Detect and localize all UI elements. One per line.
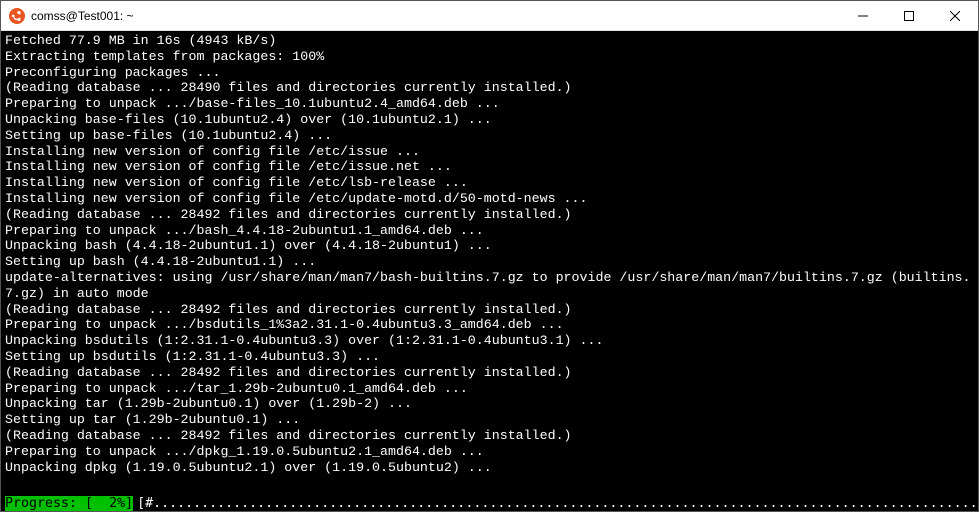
terminal-line: Preparing to unpack .../bash_4.4.18-2ubu… (5, 223, 974, 239)
close-button[interactable] (932, 1, 978, 30)
window-title: comss@Test001: ~ (31, 9, 840, 23)
terminal-line: (Reading database ... 28492 files and di… (5, 428, 974, 444)
terminal-line: update-alternatives: using /usr/share/ma… (5, 270, 974, 302)
terminal-line: Setting up base-files (10.1ubuntu2.4) ..… (5, 128, 974, 144)
terminal-line: Setting up bash (4.4.18-2ubuntu1.1) ... (5, 254, 974, 270)
terminal-line: Preparing to unpack .../bsdutils_1%3a2.3… (5, 317, 974, 333)
terminal-line: (Reading database ... 28492 files and di… (5, 207, 974, 223)
terminal-line: Preparing to unpack .../tar_1.29b-2ubunt… (5, 381, 974, 397)
window-controls (840, 1, 978, 30)
progress-bar: [#......................................… (137, 496, 978, 512)
terminal-line: Unpacking bash (4.4.18-2ubuntu1.1) over … (5, 238, 974, 254)
terminal-line: (Reading database ... 28492 files and di… (5, 302, 974, 318)
terminal-line: Unpacking bsdutils (1:2.31.1-0.4ubuntu3.… (5, 333, 974, 349)
terminal-line: Installing new version of config file /e… (5, 191, 974, 207)
terminal-line: Preparing to unpack .../dpkg_1.19.0.5ubu… (5, 444, 974, 460)
terminal-line: Unpacking dpkg (1.19.0.5ubuntu2.1) over … (5, 460, 974, 476)
maximize-button[interactable] (886, 1, 932, 30)
terminal-pane[interactable]: Fetched 77.9 MB in 16s (4943 kB/s)Extrac… (1, 31, 978, 511)
terminal-line: Installing new version of config file /e… (5, 159, 974, 175)
terminal-line: Setting up bsdutils (1:2.31.1-0.4ubuntu3… (5, 349, 974, 365)
terminal-line: Installing new version of config file /e… (5, 144, 974, 160)
terminal-output: Fetched 77.9 MB in 16s (4943 kB/s)Extrac… (5, 33, 974, 495)
terminal-line: Setting up tar (1.29b-2ubuntu0.1) ... (5, 412, 974, 428)
terminal-line: (Reading database ... 28492 files and di… (5, 365, 974, 381)
terminal-line: Extracting templates from packages: 100% (5, 49, 974, 65)
window-titlebar: comss@Test001: ~ (1, 1, 978, 31)
terminal-line: Fetched 77.9 MB in 16s (4943 kB/s) (5, 33, 974, 49)
progress-row: Progress: [ 2%] [#......................… (5, 496, 974, 512)
terminal-line: (Reading database ... 28490 files and di… (5, 80, 974, 96)
minimize-button[interactable] (840, 1, 886, 30)
progress-label: Progress: [ 2%] (5, 496, 133, 512)
terminal-line: Unpacking tar (1.29b-2ubuntu0.1) over (1… (5, 396, 974, 412)
terminal-line: Preparing to unpack .../base-files_10.1u… (5, 96, 974, 112)
ubuntu-icon (9, 8, 25, 24)
terminal-line: Installing new version of config file /e… (5, 175, 974, 191)
terminal-line: Unpacking base-files (10.1ubuntu2.4) ove… (5, 112, 974, 128)
terminal-line: Preconfiguring packages ... (5, 65, 974, 81)
